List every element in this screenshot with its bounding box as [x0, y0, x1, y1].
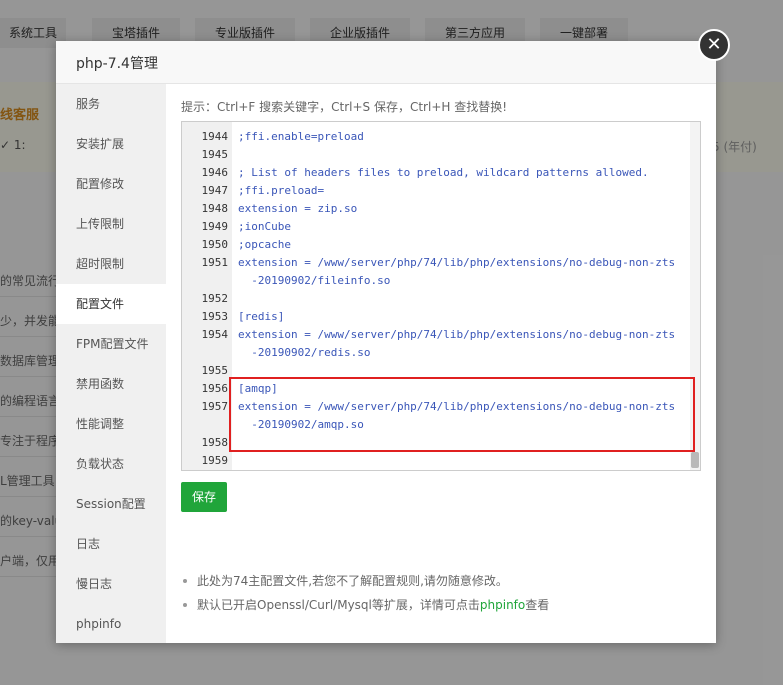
- code-line: 1956 [amqp]: [182, 380, 687, 398]
- line-text: ;opcache: [238, 238, 291, 251]
- line-text: [redis]: [238, 310, 285, 323]
- line-number: 1956: [201, 382, 229, 395]
- code-line: 1954 extension = /www/server/php/74/lib/p…: [182, 326, 687, 344]
- code-line: 1947 ;ffi.preload=: [182, 182, 687, 200]
- line-number: 1948: [201, 202, 229, 215]
- line-number: 1957: [201, 400, 229, 413]
- code-line: 1955: [182, 362, 687, 380]
- line-text: ;ffi.preload=: [238, 184, 325, 197]
- line-number: 1947: [201, 184, 229, 197]
- line-number: 1951: [201, 256, 229, 269]
- line-number: 1946: [201, 166, 229, 179]
- phpinfo-link[interactable]: phpinfo: [480, 598, 525, 612]
- sidebar-item[interactable]: 慢日志: [56, 564, 166, 604]
- code-line: 1949 ;ionCube: [182, 218, 687, 236]
- line-number: 1950: [201, 238, 229, 251]
- note-item: 默认已开启Openssl/Curl/Mysql等扩展，详情可点击phpinfo查…: [181, 593, 549, 617]
- code-line: 1948 extension = zip.so: [182, 200, 687, 218]
- php-manager-dialog: php-7.4管理 ✕ 服务 安装扩展 配置修改 上传限制 超时限制 配置文件 FPM配置文…: [56, 29, 730, 643]
- dialog-content: 提示：Ctrl+F 搜索关键字，Ctrl+S 保存，Ctrl+H 查找替换! 1…: [166, 84, 716, 643]
- sidebar-item[interactable]: 超时限制: [56, 244, 166, 284]
- sidebar-item[interactable]: 禁用函数: [56, 364, 166, 404]
- note-item: 此处为74主配置文件,若您不了解配置规则,请勿随意修改。: [181, 569, 549, 593]
- line-number: 1958: [201, 436, 229, 449]
- editor-hint: 提示：Ctrl+F 搜索关键字，Ctrl+S 保存，Ctrl+H 查找替换!: [181, 100, 508, 114]
- line-text: extension = /www/server/php/74/lib/php/e…: [238, 400, 676, 413]
- line-number: 1959: [201, 454, 229, 467]
- code-line: 1953 [redis]: [182, 308, 687, 326]
- line-text: ; List of headers files to preload, wild…: [238, 166, 649, 179]
- line-text: [amqp]: [238, 382, 278, 395]
- sidebar-item[interactable]: 上传限制: [56, 204, 166, 244]
- notes-list: 此处为74主配置文件,若您不了解配置规则,请勿随意修改。 默认已开启Openssl…: [181, 569, 549, 617]
- sidebar-item[interactable]: Session配置: [56, 484, 166, 524]
- line-number: 1944: [201, 130, 229, 143]
- code-line: 1959: [182, 452, 687, 470]
- line-text: -20190902/redis.so: [238, 346, 371, 359]
- note-text: 此处为74主配置文件,若您不了解配置规则,请勿随意修改。: [197, 574, 508, 588]
- bullet-icon: [183, 603, 187, 607]
- note-text: 默认已开启Openssl/Curl/Mysql等扩展，详情可点击: [197, 598, 480, 612]
- line-text: -20190902/amqp.so: [238, 418, 364, 431]
- sidebar-item[interactable]: 配置文件: [56, 284, 166, 324]
- code-line: 1944 ;ffi.enable=preload: [182, 128, 687, 146]
- code-line: -20190902/fileinfo.so: [182, 272, 687, 290]
- config-editor[interactable]: 1944 ;ffi.enable=preload 1945 1946 ; List of…: [181, 121, 701, 471]
- line-number: 1954: [201, 328, 229, 341]
- code-line: 1957 extension = /www/server/php/74/lib/p…: [182, 398, 687, 416]
- code-line: 1946 ; List of headers files to preload, …: [182, 164, 687, 182]
- scrollbar-thumb[interactable]: [691, 452, 699, 468]
- line-number: 1945: [201, 148, 229, 161]
- sidebar-item[interactable]: 安装扩展: [56, 124, 166, 164]
- dialog-title: php-7.4管理: [76, 56, 158, 72]
- bullet-icon: [183, 579, 187, 583]
- line-text: -20190902/fileinfo.so: [238, 274, 391, 287]
- code-line: 1945: [182, 146, 687, 164]
- dialog-title-bar: php-7.4管理: [56, 41, 716, 84]
- sidebar-item[interactable]: 服务: [56, 84, 166, 124]
- sidebar-item[interactable]: 日志: [56, 524, 166, 564]
- sidebar-item[interactable]: 性能调整: [56, 404, 166, 444]
- line-number: 1952: [201, 292, 229, 305]
- line-text: ;ffi.enable=preload: [238, 130, 364, 143]
- code-line: 1951 extension = /www/server/php/74/lib/p…: [182, 254, 687, 272]
- line-number: 1949: [201, 220, 229, 233]
- close-icon[interactable]: ✕: [698, 29, 730, 61]
- sidebar-item[interactable]: 配置修改: [56, 164, 166, 204]
- code-line: 1958: [182, 434, 687, 452]
- line-text: extension = /www/server/php/74/lib/php/e…: [238, 328, 676, 341]
- save-button[interactable]: 保存: [181, 482, 227, 512]
- sidebar-item[interactable]: 负载状态: [56, 444, 166, 484]
- line-number: 1953: [201, 310, 229, 323]
- line-text: extension = /www/server/php/74/lib/php/e…: [238, 256, 676, 269]
- sidebar-item[interactable]: FPM配置文件: [56, 324, 166, 364]
- code-line: -20190902/amqp.so: [182, 416, 687, 434]
- dialog-sidebar: 服务 安装扩展 配置修改 上传限制 超时限制 配置文件 FPM配置文件 禁用函数 性能调整 负载状…: [56, 84, 166, 643]
- code-line: 1950 ;opcache: [182, 236, 687, 254]
- code-line: 1952: [182, 290, 687, 308]
- line-text: ;ionCube: [238, 220, 291, 233]
- note-text-suffix: 查看: [525, 598, 550, 612]
- line-number: 1955: [201, 364, 229, 377]
- sidebar-item[interactable]: phpinfo: [56, 604, 166, 644]
- code-line: -20190902/redis.so: [182, 344, 687, 362]
- line-text: extension = zip.so: [238, 202, 358, 215]
